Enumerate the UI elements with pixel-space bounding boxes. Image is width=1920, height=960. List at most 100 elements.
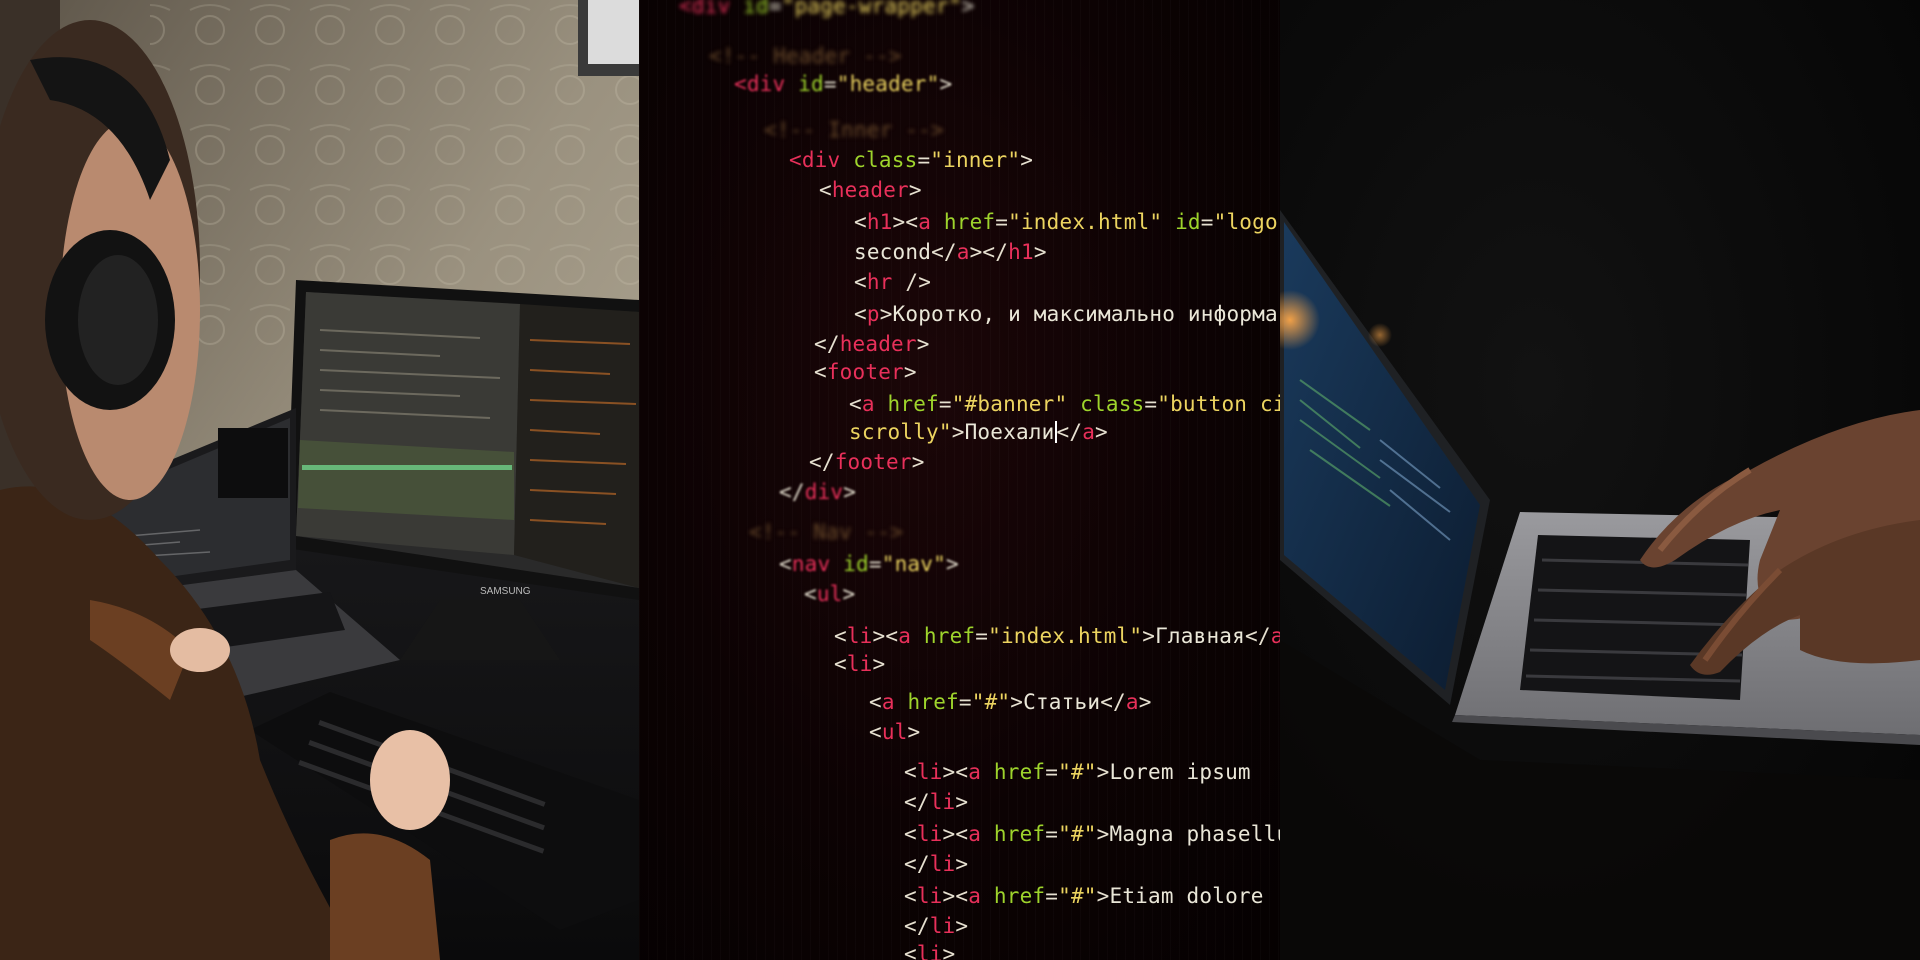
code-token: > [955, 914, 969, 938]
code-token: >< [942, 822, 969, 846]
code-token: < [834, 624, 847, 648]
code-token: p [866, 302, 880, 326]
code-token: ul [816, 582, 843, 606]
code-line: </div> [779, 480, 856, 504]
code-token: > [1020, 148, 1034, 172]
code-token: < [869, 690, 882, 714]
code-token: > [945, 552, 959, 576]
code-token: id [785, 72, 824, 96]
code-token: < [854, 210, 867, 234]
code-token: li [929, 852, 956, 876]
code-token: > [1138, 690, 1152, 714]
code-line: </li> [904, 852, 968, 876]
code-line: </header> [814, 332, 930, 356]
code-token: li [916, 760, 943, 784]
code-line: <a href="#banner" class="button circled [849, 392, 1280, 416]
code-token: < [779, 552, 792, 576]
code-token: > [1095, 420, 1108, 444]
code-token: </ [814, 332, 840, 356]
monitor-brand-label: SAMSUNG [480, 586, 531, 597]
code-token: < [869, 720, 882, 744]
code-token: </ [809, 450, 835, 474]
code-token: li [916, 942, 943, 960]
code-line: <a href="#">Статьи</a> [869, 690, 1152, 714]
code-token: hr [866, 270, 893, 294]
code-line: <li><a href="#">Magna phasellus [904, 822, 1280, 846]
code-token: >< [872, 624, 899, 648]
code-line: <div id="page-wrapper"> [679, 0, 974, 18]
code-token: > [1010, 690, 1024, 714]
code-token: < [904, 760, 917, 784]
code-token: </ [779, 480, 805, 504]
code-token: href [874, 392, 939, 416]
code-token: a [881, 690, 895, 714]
code-line: <div id="header"> [734, 72, 952, 96]
code-line: </li> [904, 914, 968, 938]
code-line: </footer> [809, 450, 925, 474]
code-line: <footer> [814, 360, 917, 384]
typing-laptop-scene [1280, 0, 1920, 960]
code-token: = [1200, 210, 1214, 234]
code-line: <nav id="nav"> [779, 552, 959, 576]
code-token: href [911, 624, 976, 648]
code-token: = [995, 210, 1009, 234]
code-token: = [1045, 884, 1059, 908]
code-token: "index.html" [1008, 210, 1163, 234]
code-line: <div class="inner"> [789, 148, 1033, 172]
code-token: < [904, 942, 917, 960]
code-token: /> [892, 270, 932, 294]
code-token: "page-wrapper" [781, 0, 962, 18]
code-token: </ [904, 914, 930, 938]
code-token: "#" [1058, 760, 1097, 784]
code-token: a [1270, 624, 1280, 648]
code-token: = [1144, 392, 1158, 416]
code-token: > [955, 790, 969, 814]
code-token: Статьи [1023, 690, 1101, 714]
code-token: "inner" [930, 148, 1021, 172]
code-token: = [938, 392, 952, 416]
code-token: > [1142, 624, 1156, 648]
code-line: <hr /> [854, 270, 931, 294]
code-token: > [939, 72, 953, 96]
code-token: <!-- Header --> [709, 44, 902, 68]
code-token: "#" [1058, 884, 1097, 908]
code-token: > [908, 178, 922, 202]
code-token: > [1096, 760, 1110, 784]
code-token: "#banner" [951, 392, 1068, 416]
code-token: href [981, 884, 1046, 908]
code-line: <ul> [869, 720, 920, 744]
code-token: "logo" [1213, 210, 1280, 234]
code-token: <!-- Inner --> [764, 118, 944, 142]
code-token: href [981, 822, 1046, 846]
code-token: < [904, 822, 917, 846]
code-token: > [842, 582, 856, 606]
code-token: > [955, 852, 969, 876]
code-token: href [931, 210, 996, 234]
code-token: Lorem ipsum [1109, 760, 1251, 784]
code-line: <li><a href="index.html">Главная</a> [834, 624, 1280, 648]
code-token: div [804, 480, 844, 504]
code-token: "button circled [1157, 392, 1280, 416]
code-token: Magna phasellus [1109, 822, 1281, 846]
code-token: li [916, 822, 943, 846]
code-token: <div [679, 0, 731, 18]
code-token: </ [1100, 690, 1126, 714]
code-token: < [854, 270, 867, 294]
code-token: li [846, 624, 873, 648]
code-token: < [854, 302, 867, 326]
code-token: > [907, 720, 921, 744]
code-token: a [968, 884, 982, 908]
code-screen-background [639, 0, 1280, 960]
code-token: <div [734, 72, 786, 96]
code-token: class [1067, 392, 1145, 416]
code-token: a [968, 760, 982, 784]
code-token: > [843, 480, 857, 504]
code-token: footer [826, 360, 904, 384]
code-token: footer [834, 450, 912, 474]
code-token: > [942, 942, 956, 960]
code-token: ></ [969, 240, 1009, 264]
code-token: < [834, 652, 847, 676]
code-token: </ [904, 852, 930, 876]
code-line: <li><a href="#">Lorem ipsum [904, 760, 1251, 784]
developer-at-desk-photo: SAMSUNG [0, 0, 639, 960]
